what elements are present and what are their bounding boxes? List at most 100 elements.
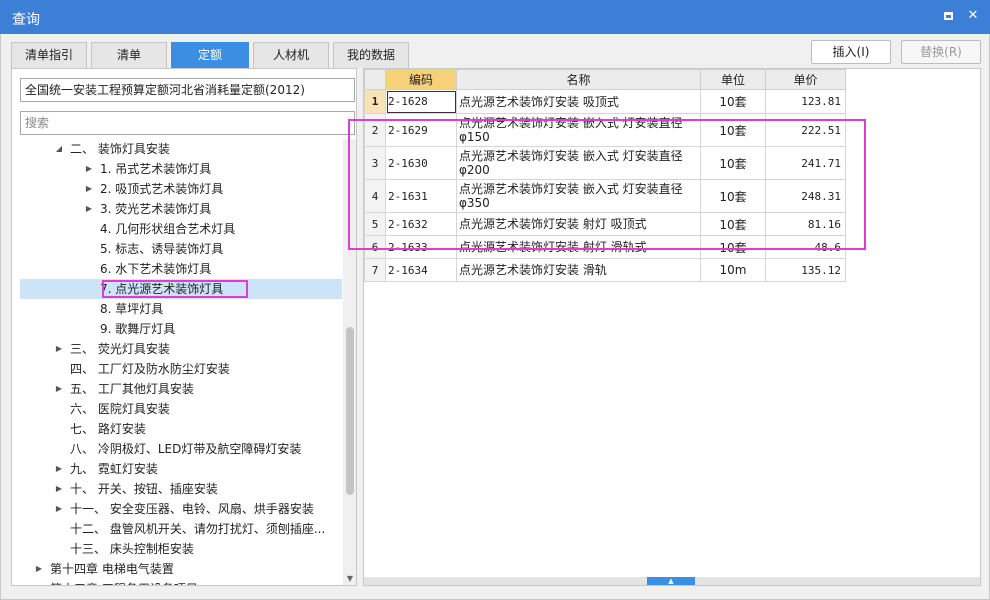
tab-quota[interactable]: 定额 [171,42,249,68]
search-input[interactable] [20,111,355,135]
tree-item[interactable]: ▶ 2. 吸顶式艺术装饰灯具 [20,179,342,199]
tree-item[interactable]: ▶ 五、 工厂其他灯具安装 [20,379,342,399]
quota-library-select[interactable]: 全国统一安装工程预算定额河北省消耗量定额(2012) [20,78,355,102]
table-row[interactable]: 6 2-1633 点光源艺术装饰灯安装 射灯 滑轨式 10套 48.6 [364,235,846,259]
row-number[interactable]: 7 [364,258,386,282]
tree-item-label: 6. 水下艺术装饰灯具 [100,262,212,276]
tree-item[interactable]: ▶ 3. 荧光艺术装饰灯具 [20,199,342,219]
tree-item[interactable]: 第十五章 工程备用设备项目 [20,579,342,585]
tree-item[interactable]: 4. 几何形状组合艺术灯具 [20,219,342,239]
tree-item[interactable]: ▶ 十一、 安全变压器、电铃、风扇、烘手器安装 [20,499,342,519]
price-cell[interactable]: 222.51 [765,113,846,147]
code-cell[interactable]: 2-1633 [385,235,457,259]
tree-item-label: 第十四章 电梯电气装置 [50,562,174,576]
row-number[interactable]: 6 [364,235,386,259]
tree-item[interactable]: 9. 歌舞厅灯具 [20,319,342,339]
tree-item[interactable]: 8. 草坪灯具 [20,299,342,319]
tree-item-label: 七、 路灯安装 [70,422,146,436]
tree-item[interactable]: ▶ 1. 吊式艺术装饰灯具 [20,159,342,179]
collapsed-arrow-icon[interactable]: ▶ [34,559,44,579]
tab-bill-guide[interactable]: 清单指引 [11,42,87,68]
column-header-unit[interactable]: 单位 [700,69,766,90]
maximize-icon[interactable] [940,8,956,24]
tree-item[interactable]: ▶ 三、 荧光灯具安装 [20,339,342,359]
collapsed-arrow-icon[interactable]: ▶ [54,499,64,519]
code-cell[interactable]: 2-1628 [385,89,457,114]
table-row[interactable]: 3 2-1630 点光源艺术装饰灯安装 嵌入式 灯安装直径φ200 10套 241.71 [364,146,846,180]
name-cell[interactable]: 点光源艺术装饰灯安装 嵌入式 灯安装直径φ200 [456,146,701,180]
code-cell[interactable]: 2-1632 [385,212,457,236]
insert-button[interactable]: 插入(I) [811,40,891,64]
price-cell[interactable]: 123.81 [765,89,846,114]
price-cell[interactable]: 135.12 [765,258,846,282]
table-row[interactable]: 7 2-1634 点光源艺术装饰灯安装 滑轨 10m 135.12 [364,258,846,282]
price-cell[interactable]: 81.16 [765,212,846,236]
tree-scrollbar[interactable]: ▼ [343,139,356,585]
name-cell[interactable]: 点光源艺术装饰灯安装 射灯 吸顶式 [456,212,701,236]
name-cell[interactable]: 点光源艺术装饰灯安装 射灯 滑轨式 [456,235,701,259]
price-cell[interactable]: 241.71 [765,146,846,180]
tab-my-data[interactable]: 我的数据 [333,42,409,68]
tree-item[interactable]: 七、 路灯安装 [20,419,342,439]
unit-cell[interactable]: 10m [700,258,766,282]
name-cell[interactable]: 点光源艺术装饰灯安装 嵌入式 灯安装直径φ150 [456,113,701,147]
tree-item-label: 五、 工厂其他灯具安装 [70,382,194,396]
tree-item[interactable]: 6. 水下艺术装饰灯具 [20,259,342,279]
collapse-handle-icon[interactable]: ▲ [647,577,695,585]
tab-bill[interactable]: 清单 [91,42,167,68]
unit-cell[interactable]: 10套 [700,89,766,114]
collapsed-arrow-icon[interactable]: ▶ [84,199,94,219]
tree-item[interactable]: 八、 冷阴极灯、LED灯带及航空障碍灯安装 [20,439,342,459]
collapsed-arrow-icon[interactable]: ▶ [84,159,94,179]
table-row[interactable]: 1 2-1628 点光源艺术装饰灯安装 吸顶式 10套 123.81 [364,89,846,114]
price-cell[interactable]: 248.31 [765,179,846,213]
column-header-name[interactable]: 名称 [456,69,701,90]
tab-labor-material[interactable]: 人材机 [253,42,329,68]
collapsed-arrow-icon[interactable]: ▶ [54,339,64,359]
tree-item[interactable]: 十二、 盘管风机开关、请勿打扰灯、须刨插座... [20,519,342,539]
collapsed-arrow-icon[interactable]: ▶ [54,459,64,479]
row-number[interactable]: 4 [364,179,386,213]
column-header-code[interactable]: 编码 [385,69,457,90]
code-cell[interactable]: 2-1631 [385,179,457,213]
code-cell[interactable]: 2-1634 [385,258,457,282]
unit-cell[interactable]: 10套 [700,235,766,259]
tree-item[interactable]: ◢ 二、 装饰灯具安装 [20,139,342,159]
unit-cell[interactable]: 10套 [700,179,766,213]
tree-item-label: 十、 开关、按钮、插座安装 [70,482,218,496]
table-row[interactable]: 5 2-1632 点光源艺术装饰灯安装 射灯 吸顶式 10套 81.16 [364,212,846,236]
tree-item[interactable]: 十三、 床头控制柜安装 [20,539,342,559]
tree-item[interactable]: ▶ 第十四章 电梯电气装置 [20,559,342,579]
collapsed-arrow-icon[interactable]: ▶ [84,179,94,199]
name-cell[interactable]: 点光源艺术装饰灯安装 吸顶式 [456,89,701,114]
replace-button[interactable]: 替换(R) [901,40,981,64]
row-number[interactable]: 1 [364,89,386,114]
tree-item[interactable]: ▶ 十、 开关、按钮、插座安装 [20,479,342,499]
collapsed-arrow-icon[interactable]: ▶ [54,479,64,499]
tree-item[interactable]: 六、 医院灯具安装 [20,399,342,419]
name-cell[interactable]: 点光源艺术装饰灯安装 滑轨 [456,258,701,282]
tree-item[interactable]: 四、 工厂灯及防水防尘灯安装 [20,359,342,379]
unit-cell[interactable]: 10套 [700,212,766,236]
tree-item[interactable]: ▶ 九、 霓虹灯安装 [20,459,342,479]
scroll-down-icon[interactable]: ▼ [345,575,355,583]
row-number[interactable]: 2 [364,113,386,147]
code-cell[interactable]: 2-1630 [385,146,457,180]
name-cell[interactable]: 点光源艺术装饰灯安装 嵌入式 灯安装直径φ350 [456,179,701,213]
unit-cell[interactable]: 10套 [700,146,766,180]
tree-item[interactable]: 5. 标志、诱导装饰灯具 [20,239,342,259]
tree-item[interactable]: 7. 点光源艺术装饰灯具 [20,279,342,299]
horizontal-scrollbar[interactable]: ▲ [364,577,980,585]
collapsed-arrow-icon[interactable]: ▶ [54,379,64,399]
close-icon[interactable]: ✕ [965,8,981,24]
expanded-arrow-icon[interactable]: ◢ [54,139,64,159]
column-header-price[interactable]: 单价 [765,69,846,90]
unit-cell[interactable]: 10套 [700,113,766,147]
price-cell[interactable]: 48.6 [765,235,846,259]
table-row[interactable]: 4 2-1631 点光源艺术装饰灯安装 嵌入式 灯安装直径φ350 10套 248.31 [364,179,846,213]
scroll-thumb[interactable] [346,327,354,495]
row-number[interactable]: 3 [364,146,386,180]
row-number[interactable]: 5 [364,212,386,236]
code-cell[interactable]: 2-1629 [385,113,457,147]
table-row[interactable]: 2 2-1629 点光源艺术装饰灯安装 嵌入式 灯安装直径φ150 10套 222.51 [364,113,846,147]
